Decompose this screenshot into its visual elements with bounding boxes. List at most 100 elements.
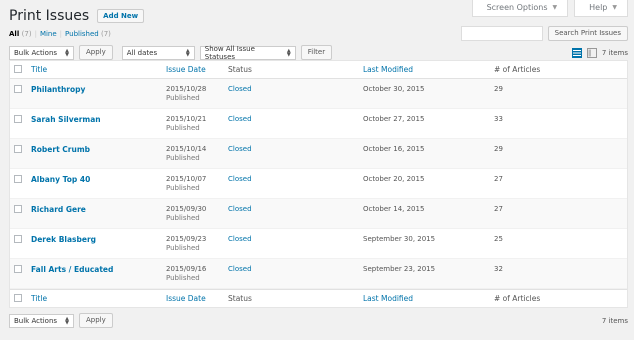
issue-state: Published bbox=[166, 124, 200, 132]
list-view-icon[interactable] bbox=[571, 47, 582, 58]
help-button[interactable]: Help ▼ bbox=[574, 0, 628, 17]
table-row: Philanthropy 2015/10/28 Published Closed Oct… bbox=[10, 79, 627, 109]
article-count: 29 bbox=[494, 85, 503, 93]
apply-button[interactable]: Apply bbox=[79, 45, 113, 60]
issue-title-link[interactable]: Fall Arts / Educated bbox=[31, 265, 113, 274]
row-checkbox[interactable] bbox=[14, 145, 22, 153]
issue-title-link[interactable]: Richard Gere bbox=[31, 205, 86, 214]
items-count: 7 items bbox=[601, 48, 628, 57]
issue-state: Published bbox=[166, 184, 200, 192]
select-arrows-icon: ▲ ▼ bbox=[286, 47, 291, 58]
select-arrows-icon: ▲ ▼ bbox=[65, 315, 69, 326]
issue-status-link[interactable]: Closed bbox=[228, 265, 252, 273]
screen-options-label: Screen Options bbox=[486, 3, 548, 12]
help-label: Help bbox=[589, 3, 608, 12]
column-title-header[interactable]: Title bbox=[31, 65, 166, 74]
page-title: Print Issues bbox=[9, 8, 90, 24]
issue-date: 2015/10/14 bbox=[166, 145, 207, 153]
issue-date: 2015/10/21 bbox=[166, 115, 207, 123]
select-all-checkbox[interactable] bbox=[14, 64, 22, 73]
table-footer: Title Issue Date Status Last Modified # … bbox=[10, 289, 627, 307]
search-button[interactable]: Search Print Issues bbox=[547, 26, 628, 41]
column-last-modified-header[interactable]: Last Modified bbox=[363, 65, 494, 74]
search-input[interactable] bbox=[460, 26, 543, 41]
view-filters: All (7) | Mine | Published (7) bbox=[9, 30, 111, 38]
select-all-checkbox-footer[interactable] bbox=[14, 293, 22, 302]
issues-table: Title Issue Date Status Last Modified # … bbox=[9, 60, 628, 308]
items-count-bottom: 7 items bbox=[601, 316, 628, 325]
row-checkbox[interactable] bbox=[14, 205, 22, 213]
view-published[interactable]: Published (7) bbox=[65, 30, 111, 38]
issue-status-link[interactable]: Closed bbox=[228, 85, 252, 93]
row-checkbox[interactable] bbox=[14, 175, 22, 183]
issue-title-link[interactable]: Philanthropy bbox=[31, 85, 85, 94]
apply-button-bottom[interactable]: Apply bbox=[79, 313, 113, 328]
issue-date: 2015/09/30 bbox=[166, 205, 207, 213]
article-count: 27 bbox=[494, 205, 503, 213]
status-filter-select[interactable]: Show All Issue Statuses ▲ ▼ bbox=[199, 45, 296, 61]
table-row: Sarah Silverman 2015/10/21 Published Closed… bbox=[10, 109, 627, 139]
filter-button[interactable]: Filter bbox=[300, 45, 333, 60]
article-count: 27 bbox=[494, 175, 503, 183]
last-modified: September 23, 2015 bbox=[363, 265, 436, 273]
column-title-footer[interactable]: Title bbox=[31, 294, 166, 303]
column-articles-header: # of Articles bbox=[494, 65, 541, 74]
search-box: Search Print Issues bbox=[460, 26, 628, 41]
view-all[interactable]: All (7) bbox=[9, 30, 32, 38]
issue-status-link[interactable]: Closed bbox=[228, 175, 252, 183]
issue-state: Published bbox=[166, 274, 200, 282]
issue-state: Published bbox=[166, 154, 200, 162]
row-checkbox[interactable] bbox=[14, 265, 22, 273]
article-count: 32 bbox=[494, 265, 503, 273]
caret-down-icon: ▼ bbox=[552, 4, 558, 11]
issue-state: Published bbox=[166, 94, 200, 102]
screen-meta-links: Screen Options ▼ Help ▼ bbox=[471, 0, 628, 17]
last-modified: October 20, 2015 bbox=[363, 175, 425, 183]
column-last-modified-footer[interactable]: Last Modified bbox=[363, 294, 494, 303]
issue-status-link[interactable]: Closed bbox=[228, 205, 252, 213]
bulk-actions-select-bottom[interactable]: Bulk Actions ▲ ▼ bbox=[9, 313, 74, 328]
last-modified: October 27, 2015 bbox=[363, 115, 425, 123]
issue-status-link[interactable]: Closed bbox=[228, 145, 252, 153]
issue-date: 2015/09/23 bbox=[166, 235, 207, 243]
row-checkbox[interactable] bbox=[14, 85, 22, 93]
issue-title-link[interactable]: Derek Blasberg bbox=[31, 235, 96, 244]
view-mine[interactable]: Mine bbox=[40, 30, 57, 38]
article-count: 25 bbox=[494, 235, 503, 243]
column-issue-date-header[interactable]: Issue Date bbox=[166, 65, 228, 74]
table-row: Fall Arts / Educated 2015/09/16 Published C… bbox=[10, 259, 627, 289]
caret-down-icon: ▼ bbox=[612, 4, 617, 11]
tablenav-bottom: Bulk Actions ▲ ▼ Apply 7 items bbox=[9, 313, 628, 328]
dates-filter-select[interactable]: All dates ▲ ▼ bbox=[121, 45, 195, 60]
issue-title-link[interactable]: Albany Top 40 bbox=[31, 175, 90, 184]
issue-date: 2015/09/16 bbox=[166, 265, 207, 273]
row-checkbox[interactable] bbox=[14, 235, 22, 243]
issue-date: 2015/10/28 bbox=[166, 85, 207, 93]
column-issue-date-footer[interactable]: Issue Date bbox=[166, 294, 228, 303]
table-row: Derek Blasberg 2015/09/23 Published Closed S… bbox=[10, 229, 627, 259]
article-count: 29 bbox=[494, 145, 503, 153]
table-header: Title Issue Date Status Last Modified # … bbox=[10, 61, 627, 79]
issue-title-link[interactable]: Sarah Silverman bbox=[31, 115, 101, 124]
last-modified: September 30, 2015 bbox=[363, 235, 436, 243]
column-status-footer: Status bbox=[228, 294, 252, 303]
tablenav-top: Bulk Actions ▲ ▼ Apply All dates ▲ ▼ Show … bbox=[9, 45, 628, 61]
bulk-actions-select[interactable]: Bulk Actions ▲ ▼ bbox=[9, 45, 74, 60]
issue-status-link[interactable]: Closed bbox=[228, 235, 252, 243]
column-articles-footer: # of Articles bbox=[494, 294, 541, 303]
last-modified: October 30, 2015 bbox=[363, 85, 425, 93]
table-row: Albany Top 40 2015/10/07 Published Closed Oc… bbox=[10, 169, 627, 199]
excerpt-view-icon[interactable] bbox=[586, 47, 597, 58]
screen-options-button[interactable]: Screen Options ▼ bbox=[471, 0, 569, 17]
issue-title-link[interactable]: Robert Crumb bbox=[31, 145, 90, 154]
select-arrows-icon: ▲ ▼ bbox=[185, 47, 190, 58]
row-checkbox[interactable] bbox=[14, 115, 22, 123]
last-modified: October 16, 2015 bbox=[363, 145, 425, 153]
view-switch: 7 items bbox=[571, 47, 628, 58]
add-new-button[interactable]: Add New bbox=[97, 9, 145, 23]
issue-status-link[interactable]: Closed bbox=[228, 115, 252, 123]
column-status-header: Status bbox=[228, 65, 252, 74]
title-row: Print Issues Add New bbox=[9, 8, 145, 24]
article-count: 33 bbox=[494, 115, 503, 123]
table-row: Richard Gere 2015/09/30 Published Closed Oct… bbox=[10, 199, 627, 229]
